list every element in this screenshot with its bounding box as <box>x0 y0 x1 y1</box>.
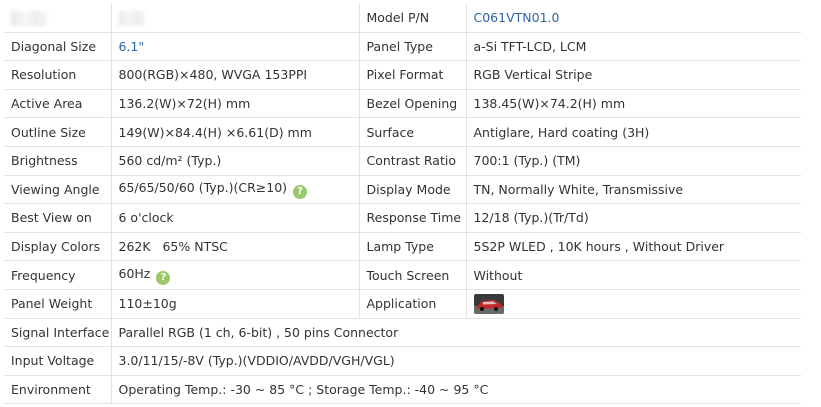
spec-value: 262K 65% NTSC <box>110 231 359 262</box>
spec-value-with-help: 60Hz? <box>110 260 359 290</box>
spec-label: Brightness <box>4 145 111 176</box>
spec-value: 65/65/50/60 (Typ.)(CR≥10) <box>118 179 288 195</box>
table-row: Viewing Angle 65/65/50/60 (Typ.)(CR≥10)?… <box>4 174 801 205</box>
table-row: Signal Interface Parallel RGB (1 ch, 6-b… <box>4 317 801 348</box>
spec-label: Panel Type <box>358 31 466 62</box>
spec-value: a-Si TFT-LCD, LCM <box>465 31 801 62</box>
spec-value: Operating Temp.: -30 ~ 85 °C ; Storage T… <box>110 374 801 405</box>
spec-value: 700:1 (Typ.) (TM) <box>465 145 801 176</box>
spec-table: Model P/N C061VTN01.0 Diagonal Size 6.1"… <box>4 4 801 405</box>
spec-value: 560 cd/m² (Typ.) <box>110 145 359 176</box>
spec-value: 6 o'clock <box>110 203 359 233</box>
spec-label: Bezel Opening <box>358 88 466 119</box>
spec-label: Contrast Ratio <box>358 145 466 176</box>
spec-label: Response Time <box>358 203 466 233</box>
table-row: Outline Size 149(W)×84.4(H) ×6.61(D) mm … <box>4 117 801 147</box>
spec-label: Lamp Type <box>358 231 466 262</box>
spec-label: Model P/N <box>358 4 466 33</box>
spec-label: Touch Screen <box>358 260 466 290</box>
spec-label: Pixel Format <box>358 60 466 90</box>
table-row: Diagonal Size 6.1" Panel Type a-Si TFT-L… <box>4 31 801 62</box>
table-row: Display Colors 262K 65% NTSC Lamp Type 5… <box>4 231 801 262</box>
spec-label: Frequency <box>4 260 111 290</box>
spec-label: Environment <box>4 374 111 405</box>
spec-label: Best View on <box>4 203 111 233</box>
spec-value: 110±10g <box>110 288 359 319</box>
spec-value: 149(W)×84.4(H) ×6.61(D) mm <box>110 117 359 147</box>
spec-value: TN, Normally White, Transmissive <box>465 174 801 205</box>
spec-label: Application <box>358 288 466 319</box>
application-car-image[interactable] <box>473 293 504 314</box>
spec-label: Diagonal Size <box>4 31 111 62</box>
spec-label: Viewing Angle <box>4 174 111 205</box>
spec-label: Display Colors <box>4 231 111 262</box>
spec-label: Active Area <box>4 88 111 119</box>
spec-value: Antiglare, Hard coating (3H) <box>465 117 801 147</box>
spec-value: 136.2(W)×72(H) mm <box>110 88 359 119</box>
application-cell <box>465 288 801 319</box>
table-row: Resolution 800(RGB)×480, WVGA 153PPI Pix… <box>4 60 801 90</box>
spec-label: Input Voltage <box>4 346 111 376</box>
spec-value: RGB Vertical Stripe <box>465 60 801 90</box>
spec-label: Surface <box>358 117 466 147</box>
blurred-value <box>110 4 359 33</box>
table-row: Environment Operating Temp.: -30 ~ 85 °C… <box>4 374 801 405</box>
table-row: Best View on 6 o'clock Response Time 12/… <box>4 203 801 233</box>
spec-value: 5S2P WLED , 10K hours , Without Driver <box>465 231 801 262</box>
model-number-link[interactable]: C061VTN01.0 <box>465 4 801 33</box>
spec-label: Outline Size <box>4 117 111 147</box>
table-row: Input Voltage 3.0/11/15/-8V (Typ.)(VDDIO… <box>4 346 801 376</box>
help-question-icon[interactable]: ? <box>293 184 308 199</box>
spec-value: 60Hz <box>118 265 151 281</box>
table-row: Brightness 560 cd/m² (Typ.) Contrast Rat… <box>4 145 801 176</box>
table-row: Active Area 136.2(W)×72(H) mm Bezel Open… <box>4 88 801 119</box>
spec-label: Panel Weight <box>4 288 111 319</box>
spec-value: Without <box>465 260 801 290</box>
spec-value: 138.45(W)×74.2(H) mm <box>465 88 801 119</box>
spec-label: Signal Interface <box>4 317 111 348</box>
help-question-icon[interactable]: ? <box>156 270 171 285</box>
table-row: Panel Weight 110±10g Application <box>4 288 801 319</box>
diagonal-size-link[interactable]: 6.1" <box>110 31 359 62</box>
blurred-label <box>4 4 111 33</box>
spec-label: Resolution <box>4 60 111 90</box>
spec-label: Display Mode <box>358 174 466 205</box>
table-row: Frequency 60Hz? Touch Screen Without <box>4 260 801 290</box>
spec-value: 3.0/11/15/-8V (Typ.)(VDDIO/AVDD/VGH/VGL) <box>110 346 801 376</box>
spec-value-with-help: 65/65/50/60 (Typ.)(CR≥10)? <box>110 174 359 205</box>
table-row: Model P/N C061VTN01.0 <box>4 4 801 33</box>
spec-value: 800(RGB)×480, WVGA 153PPI <box>110 60 359 90</box>
spec-value: 12/18 (Typ.)(Tr/Td) <box>465 203 801 233</box>
spec-value: Parallel RGB (1 ch, 6-bit) , 50 pins Con… <box>110 317 801 348</box>
